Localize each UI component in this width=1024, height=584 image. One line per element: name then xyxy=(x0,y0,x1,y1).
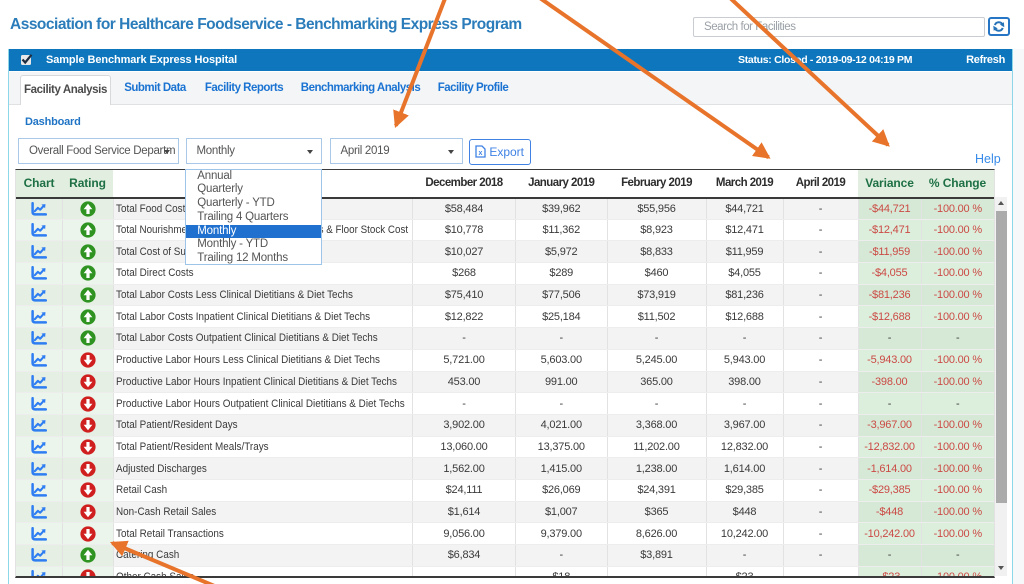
svg-text:x: x xyxy=(479,150,483,157)
